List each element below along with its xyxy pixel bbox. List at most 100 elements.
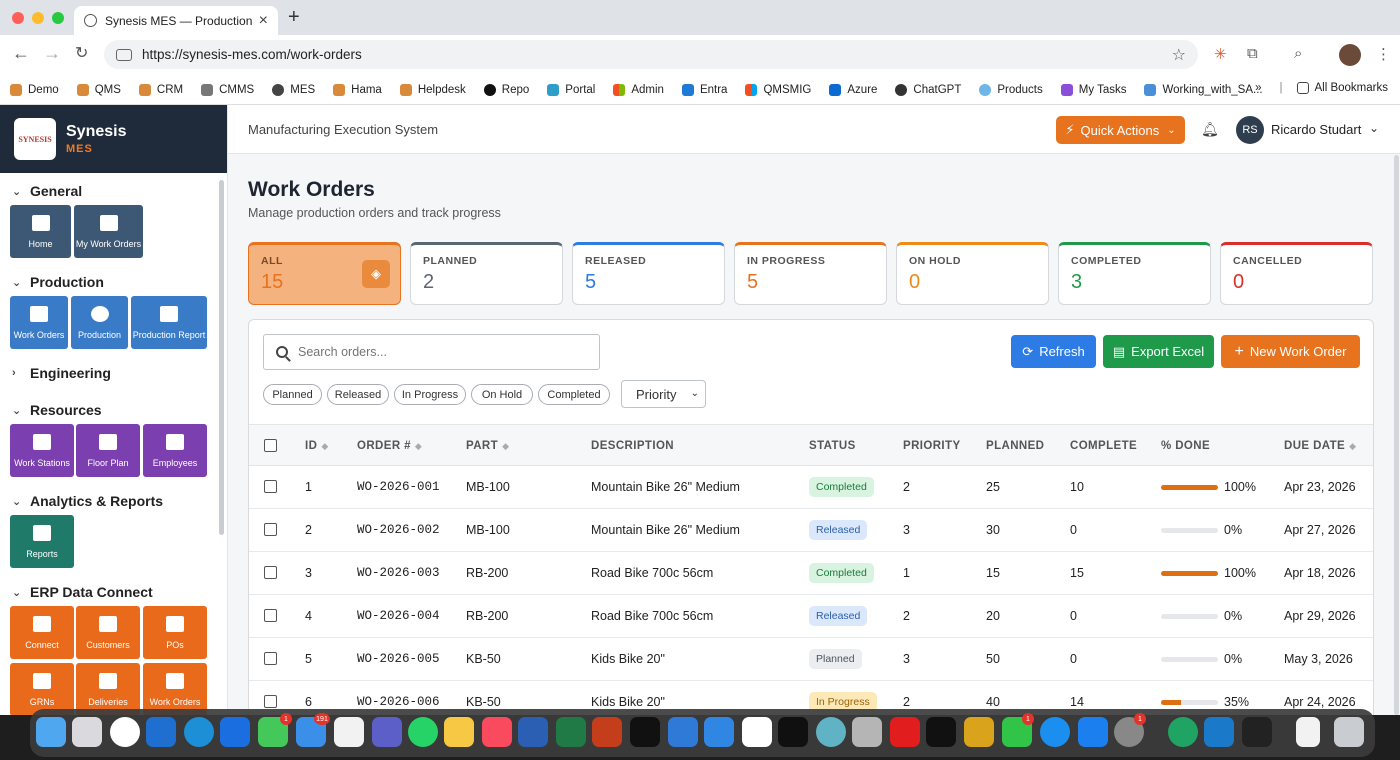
chevron-down-icon[interactable]: ⌄ xyxy=(1369,121,1379,135)
site-settings-icon[interactable] xyxy=(116,48,132,61)
outlook-icon[interactable] xyxy=(668,717,698,747)
minimize-window-button[interactable] xyxy=(32,12,44,24)
bookmark-entra[interactable]: Entra xyxy=(681,83,727,96)
finder-icon[interactable] xyxy=(36,717,66,747)
sidebar-item-customers[interactable]: Customers xyxy=(76,606,140,659)
filter-chip-released[interactable]: Released xyxy=(327,384,389,405)
table-row[interactable]: 5 WO-2026-005 KB-50 Kids Bike 20" Planned 3 50… xyxy=(249,638,1373,681)
export-excel-button[interactable]: ▤ Export Excel xyxy=(1103,335,1214,368)
windows-app-icon[interactable] xyxy=(146,717,176,747)
profile-avatar[interactable] xyxy=(1339,44,1361,66)
brand-header[interactable]: SYNESIS Synesis MES xyxy=(0,105,227,173)
bookmark-my-tasks[interactable]: My Tasks xyxy=(1060,83,1126,96)
filter-chip-planned[interactable]: Planned xyxy=(263,384,322,405)
forward-arrow-icon[interactable]: → xyxy=(43,43,61,64)
cell-order-number[interactable]: WO-2026-001 xyxy=(357,480,440,494)
bookmark-portal[interactable]: Portal xyxy=(547,83,595,96)
stat-card-completed[interactable]: COMPLETED 3 xyxy=(1058,242,1211,305)
filter-chip-completed[interactable]: Completed xyxy=(538,384,610,405)
row-checkbox[interactable] xyxy=(264,523,277,536)
extensions-puzzle-icon[interactable]: ⧉ xyxy=(1247,45,1258,62)
time-machine-icon[interactable] xyxy=(816,717,846,747)
sidebar-item-grns[interactable]: GRNs xyxy=(10,663,74,715)
grammarly-icon[interactable] xyxy=(1168,717,1198,747)
header-order[interactable]: ORDER # ◆ xyxy=(357,440,422,452)
bookmark-star-icon[interactable]: ☆ xyxy=(1172,45,1186,65)
back-arrow-icon[interactable]: ← xyxy=(12,43,30,64)
preview-icon[interactable] xyxy=(964,717,994,747)
stat-card-released[interactable]: RELEASED 5 xyxy=(572,242,725,305)
document-icon[interactable] xyxy=(1296,717,1320,747)
bookmark-helpdesk[interactable]: Helpdesk xyxy=(399,83,466,96)
bookmark-azure[interactable]: Azure xyxy=(829,83,877,96)
new-tab-button[interactable]: + xyxy=(288,6,300,29)
stat-card-planned[interactable]: PLANNED 2 xyxy=(410,242,563,305)
address-bar[interactable]: https://synesis-mes.com/work-orders ☆ xyxy=(104,40,1198,69)
stat-card-in-progress[interactable]: IN PROGRESS 5 xyxy=(734,242,887,305)
extension-burst-icon[interactable]: ✳ xyxy=(1214,45,1227,63)
cell-order-number[interactable]: WO-2026-005 xyxy=(357,652,440,666)
bookmark-demo[interactable]: Demo xyxy=(10,83,59,96)
section-engineering[interactable]: › Engineering xyxy=(12,365,111,381)
search-input[interactable] xyxy=(298,345,578,359)
edge-icon[interactable] xyxy=(184,717,214,747)
sidebar-item-deliveries[interactable]: Deliveries xyxy=(76,663,140,715)
section-production[interactable]: ⌄ Production xyxy=(12,274,104,290)
select-all-checkbox[interactable] xyxy=(264,439,277,452)
table-row[interactable]: 1 WO-2026-001 MB-100 Mountain Bike 26" Medi… xyxy=(249,466,1373,509)
row-checkbox[interactable] xyxy=(264,480,277,493)
bookmark-working-with-sa[interactable]: Working_with_SA... xyxy=(1144,83,1263,96)
contacts-icon[interactable] xyxy=(852,717,882,747)
quicktime-icon[interactable] xyxy=(1040,717,1070,747)
bookmark-mes[interactable]: MES xyxy=(272,83,315,96)
youtube-icon[interactable] xyxy=(890,717,920,747)
main-scrollbar[interactable] xyxy=(1394,155,1399,715)
bell-icon[interactable]: 🔔︎ xyxy=(1201,121,1219,138)
stocks-icon[interactable] xyxy=(1242,717,1272,747)
sidebar-item-my-work-orders[interactable]: My Work Orders xyxy=(74,205,143,258)
sidebar-item-production-report[interactable]: Production Report xyxy=(131,296,207,349)
sidebar-item-work-stations[interactable]: Work Stations xyxy=(10,424,74,477)
synesis-app-icon[interactable] xyxy=(704,717,734,747)
tab-search-icon[interactable]: ⌕ xyxy=(1294,45,1302,62)
row-checkbox[interactable] xyxy=(264,609,277,622)
avatar[interactable]: RS xyxy=(1236,116,1264,144)
word-icon[interactable] xyxy=(518,717,548,747)
cell-order-number[interactable]: WO-2026-004 xyxy=(357,609,440,623)
calendar-icon[interactable] xyxy=(334,717,364,747)
sidebar-item-connect[interactable]: Connect xyxy=(10,606,74,659)
bookmark-cmms[interactable]: CMMS xyxy=(201,83,254,96)
sidebar-item-home[interactable]: Home xyxy=(10,205,71,258)
close-window-button[interactable] xyxy=(12,12,24,24)
teams-icon[interactable] xyxy=(372,717,402,747)
browser-menu-icon[interactable]: ⋮ xyxy=(1376,45,1391,63)
sidebar-item-work-orders[interactable]: Work Orders xyxy=(10,296,68,349)
bookmark-admin[interactable]: Admin xyxy=(613,83,664,96)
filter-chip-in-progress[interactable]: In Progress xyxy=(394,384,466,405)
claude-icon[interactable] xyxy=(742,717,772,747)
activity-monitor-icon[interactable] xyxy=(778,717,808,747)
browser-tab[interactable]: Synesis MES — Production Tr × xyxy=(74,6,278,35)
powerpoint-icon[interactable] xyxy=(592,717,622,747)
more-bookmarks-icon[interactable]: » xyxy=(1255,82,1261,94)
sidebar-scrollbar[interactable] xyxy=(219,180,224,535)
stat-card-on-hold[interactable]: ON HOLD 0 xyxy=(896,242,1049,305)
reload-icon[interactable]: ↻ xyxy=(75,43,88,63)
app-store-icon[interactable] xyxy=(1078,717,1108,747)
header-due-date[interactable]: DUE DATE ◆ xyxy=(1284,440,1356,452)
stat-card-cancelled[interactable]: CANCELLED 0 xyxy=(1220,242,1373,305)
dropbox-icon[interactable] xyxy=(220,717,250,747)
stat-card-all[interactable]: ALL 15 ◈ xyxy=(248,242,401,305)
row-checkbox[interactable] xyxy=(264,652,277,665)
user-name[interactable]: Ricardo Studart xyxy=(1271,122,1361,137)
sidebar-item-reports[interactable]: Reports xyxy=(10,515,74,568)
trash-icon[interactable] xyxy=(1334,717,1364,747)
sidebar-item-production[interactable]: Production xyxy=(71,296,128,349)
search-box[interactable] xyxy=(263,334,600,370)
music-icon[interactable] xyxy=(482,717,512,747)
priority-select[interactable]: Priority ⌄ xyxy=(621,380,706,408)
sidebar-item-erp-work-orders[interactable]: Work Orders xyxy=(143,663,207,715)
new-work-order-button[interactable]: + New Work Order xyxy=(1221,335,1360,368)
bookmark-repo[interactable]: Repo xyxy=(483,83,529,96)
cell-order-number[interactable]: WO-2026-002 xyxy=(357,523,440,537)
